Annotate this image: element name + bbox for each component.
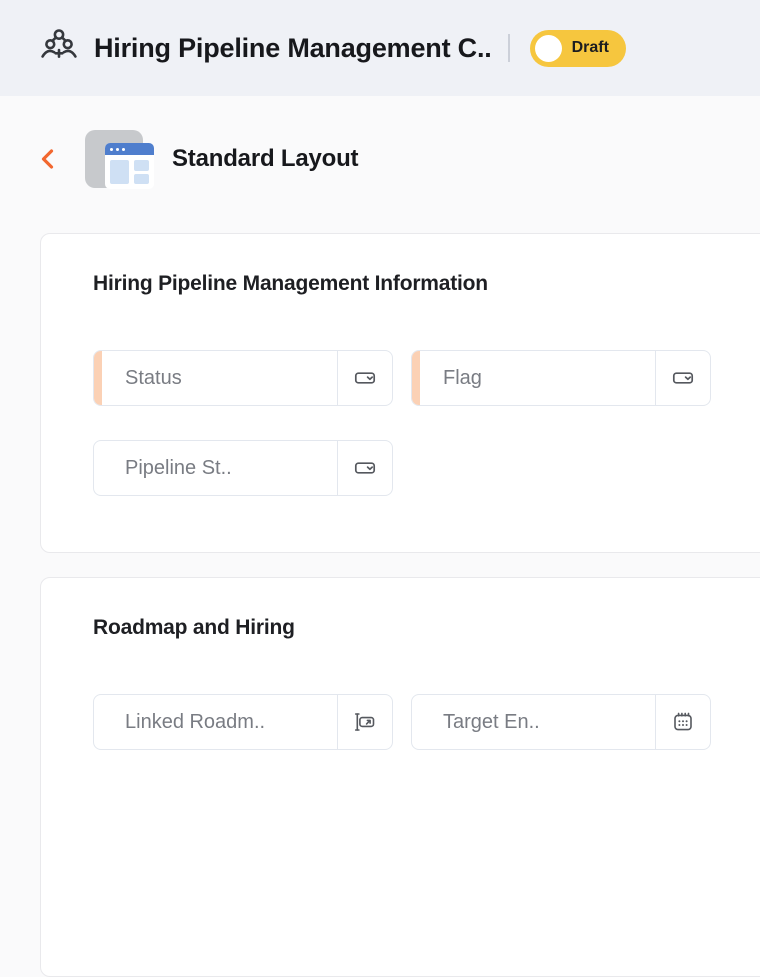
field-label: Pipeline St..	[125, 456, 232, 479]
field-label: Linked Roadm..	[125, 710, 266, 733]
picklist-icon	[337, 351, 392, 405]
layout-title-bar: Standard Layout	[36, 130, 760, 189]
app-header: Hiring Pipeline Management C.. Draft	[0, 0, 760, 96]
header-divider	[507, 34, 510, 62]
field-pipeline-stage[interactable]: Pipeline St..	[93, 440, 393, 496]
calendar-icon	[655, 695, 710, 749]
standard-layout-icon	[85, 130, 154, 189]
field-flag[interactable]: Flag	[411, 350, 711, 406]
field-status[interactable]: Status	[93, 350, 393, 406]
fields-grid: Status Flag Pipeline St..	[93, 350, 760, 496]
picklist-icon	[655, 351, 710, 405]
required-indicator	[94, 351, 102, 405]
section-card-roadmap: Roadmap and Hiring Linked Roadm.. Target…	[40, 577, 760, 977]
team-hierarchy-icon	[38, 27, 80, 69]
field-label: Target En..	[443, 710, 540, 733]
section-card-information: Hiring Pipeline Management Information S…	[40, 233, 760, 553]
fields-grid: Linked Roadm.. Target En..	[93, 694, 760, 750]
draft-status-label: Draft	[571, 39, 609, 56]
page-title: Hiring Pipeline Management C..	[94, 32, 492, 63]
layout-title: Standard Layout	[172, 145, 359, 172]
toggle-knob	[534, 34, 562, 62]
section-title: Roadmap and Hiring	[93, 616, 295, 639]
section-title: Hiring Pipeline Management Information	[93, 272, 488, 295]
lookup-icon	[337, 695, 392, 749]
chevron-left-icon	[39, 148, 56, 170]
back-button[interactable]	[36, 147, 58, 171]
field-linked-roadmap[interactable]: Linked Roadm..	[93, 694, 393, 750]
draft-status-toggle[interactable]: Draft	[529, 29, 626, 67]
required-indicator	[412, 351, 420, 405]
picklist-icon	[337, 441, 392, 495]
field-target-end-date[interactable]: Target En..	[411, 694, 711, 750]
field-label: Status	[125, 366, 182, 389]
field-label: Flag	[443, 366, 482, 389]
